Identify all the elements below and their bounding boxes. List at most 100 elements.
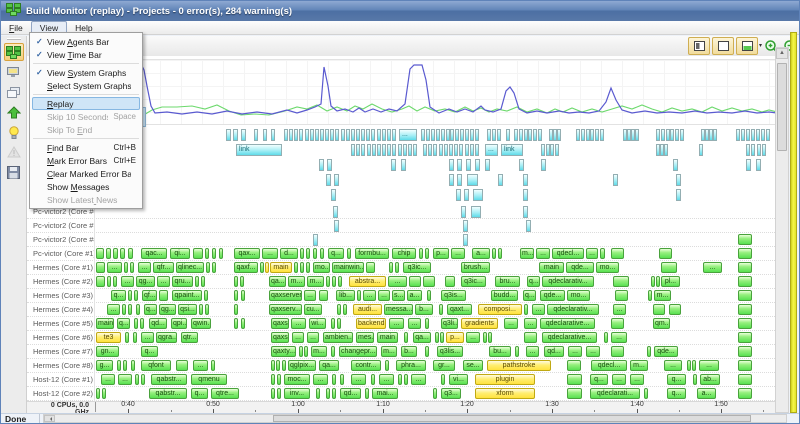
job-bar[interactable]: budd... bbox=[491, 290, 518, 301]
job-bar[interactable] bbox=[419, 248, 423, 259]
job-bar[interactable] bbox=[441, 374, 445, 385]
pending-job-bar[interactable] bbox=[426, 129, 430, 141]
job-bar[interactable] bbox=[122, 304, 126, 315]
job-bar[interactable]: mainwin... bbox=[332, 262, 364, 273]
job-bar[interactable]: ambien... bbox=[323, 332, 353, 343]
link-job-bar[interactable]: link bbox=[501, 144, 523, 156]
pending-job-bar[interactable] bbox=[271, 129, 275, 141]
job-bar[interactable]: m... bbox=[311, 346, 327, 357]
job-bar[interactable] bbox=[241, 290, 245, 301]
pending-job-bar[interactable] bbox=[351, 144, 355, 156]
job-bar[interactable] bbox=[738, 248, 752, 259]
job-bar[interactable] bbox=[131, 360, 135, 371]
job-bar[interactable]: chip bbox=[392, 248, 416, 259]
job-bar[interactable]: ... bbox=[526, 346, 539, 357]
pending-job-bar[interactable] bbox=[315, 129, 319, 141]
pending-job-bar[interactable] bbox=[361, 129, 365, 141]
job-bar[interactable] bbox=[102, 388, 106, 399]
job-bar[interactable] bbox=[135, 374, 139, 385]
pending-job-bar[interactable] bbox=[263, 129, 267, 141]
job-bar[interactable]: q... bbox=[328, 248, 344, 259]
pending-job-bar[interactable] bbox=[392, 129, 396, 141]
pending-job-bar[interactable] bbox=[334, 174, 339, 186]
menu-item-select-system-graphs[interactable]: Select System Graphs... bbox=[32, 79, 140, 92]
pending-job-bar[interactable] bbox=[576, 129, 580, 141]
job-bar[interactable] bbox=[738, 290, 752, 301]
menu-item-view-time-bar[interactable]: ✓View Time Bar bbox=[32, 48, 140, 61]
job-bar[interactable]: audi... bbox=[353, 304, 382, 315]
pending-job-bar[interactable] bbox=[387, 129, 391, 141]
job-bar[interactable] bbox=[300, 248, 304, 259]
job-bar[interactable]: q... bbox=[111, 290, 126, 301]
job-bar[interactable]: ... bbox=[408, 318, 421, 329]
menu-item-replay[interactable]: Replay bbox=[32, 97, 140, 110]
pending-job-bar[interactable] bbox=[467, 174, 478, 186]
pending-job-bar[interactable] bbox=[310, 129, 314, 141]
job-bar[interactable] bbox=[659, 248, 672, 259]
pending-job-bar[interactable] bbox=[541, 144, 545, 156]
pending-job-bar[interactable] bbox=[299, 129, 303, 141]
job-bar[interactable] bbox=[524, 332, 537, 343]
job-bar[interactable]: qi... bbox=[170, 248, 190, 259]
pending-job-bar[interactable] bbox=[294, 129, 298, 141]
job-bar[interactable] bbox=[347, 248, 351, 259]
job-bar[interactable] bbox=[96, 248, 104, 259]
job-bar[interactable]: main bbox=[539, 262, 564, 273]
job-bar[interactable]: qde... bbox=[566, 262, 594, 273]
job-bar[interactable]: q... bbox=[191, 388, 208, 399]
pending-job-bar[interactable] bbox=[761, 129, 765, 141]
pending-job-bar[interactable] bbox=[699, 144, 703, 156]
job-bar[interactable]: gr... bbox=[433, 360, 455, 371]
job-bar[interactable]: ... bbox=[157, 276, 170, 287]
job-bar[interactable] bbox=[282, 360, 286, 371]
pending-job-bar[interactable] bbox=[656, 129, 660, 141]
pending-job-bar[interactable] bbox=[421, 129, 425, 141]
job-bar[interactable]: te3 bbox=[96, 332, 121, 343]
menu-item-clear-marked-error-bars[interactable]: Clear Marked Error Bars bbox=[32, 167, 140, 180]
pending-job-bar[interactable] bbox=[661, 129, 665, 141]
job-bar[interactable] bbox=[611, 318, 624, 329]
pending-job-bar[interactable] bbox=[485, 159, 490, 171]
job-bar[interactable]: ... bbox=[378, 290, 390, 301]
pending-job-bar[interactable] bbox=[676, 174, 681, 186]
menu-item-find-bar[interactable]: Find BarCtrl+B bbox=[32, 141, 140, 154]
job-bar[interactable]: ... bbox=[193, 360, 208, 371]
job-bar[interactable] bbox=[611, 346, 624, 357]
scroll-left-arrow-icon[interactable] bbox=[44, 415, 55, 422]
pending-job-bar[interactable] bbox=[514, 129, 518, 141]
job-bar[interactable]: plugin bbox=[475, 374, 535, 385]
pending-job-bar[interactable] bbox=[595, 129, 599, 141]
job-bar[interactable] bbox=[128, 304, 132, 315]
job-bar[interactable] bbox=[357, 290, 361, 301]
job-bar[interactable]: qru... bbox=[172, 276, 193, 287]
pending-job-bar[interactable] bbox=[581, 129, 585, 141]
pending-job-bar[interactable] bbox=[371, 129, 375, 141]
job-bar[interactable]: qax... bbox=[234, 248, 260, 259]
job-bar[interactable] bbox=[395, 262, 399, 273]
job-bar[interactable]: p... bbox=[433, 248, 449, 259]
job-bar[interactable] bbox=[128, 248, 133, 259]
job-bar[interactable]: qdeclarativ... bbox=[542, 276, 594, 287]
view-time-bar-button[interactable] bbox=[712, 37, 734, 55]
job-bar[interactable]: ... bbox=[466, 332, 480, 343]
job-bar[interactable]: ... bbox=[291, 318, 306, 329]
job-bar[interactable] bbox=[488, 332, 492, 343]
job-bar[interactable]: qsi... bbox=[178, 304, 197, 315]
pending-job-bar[interactable] bbox=[241, 129, 246, 141]
job-bar[interactable] bbox=[326, 276, 330, 287]
job-bar[interactable] bbox=[498, 248, 502, 259]
job-bar[interactable] bbox=[141, 374, 145, 385]
job-bar[interactable]: mo... bbox=[313, 262, 330, 273]
job-bar[interactable] bbox=[483, 332, 487, 343]
pending-job-bar[interactable] bbox=[519, 129, 523, 141]
job-bar[interactable]: a... bbox=[472, 248, 490, 259]
job-bar[interactable]: contr... bbox=[351, 360, 381, 371]
job-bar[interactable]: qde... bbox=[654, 346, 678, 357]
job-bar[interactable] bbox=[693, 374, 697, 385]
pending-job-bar[interactable] bbox=[361, 144, 365, 156]
job-bar[interactable]: qglpix... bbox=[288, 360, 316, 371]
job-bar[interactable]: messa... bbox=[384, 304, 413, 315]
scroll-up-arrow-icon[interactable]: ▲ bbox=[776, 48, 788, 59]
job-bar[interactable]: main bbox=[96, 318, 114, 329]
job-bar[interactable]: qf... bbox=[142, 290, 157, 301]
